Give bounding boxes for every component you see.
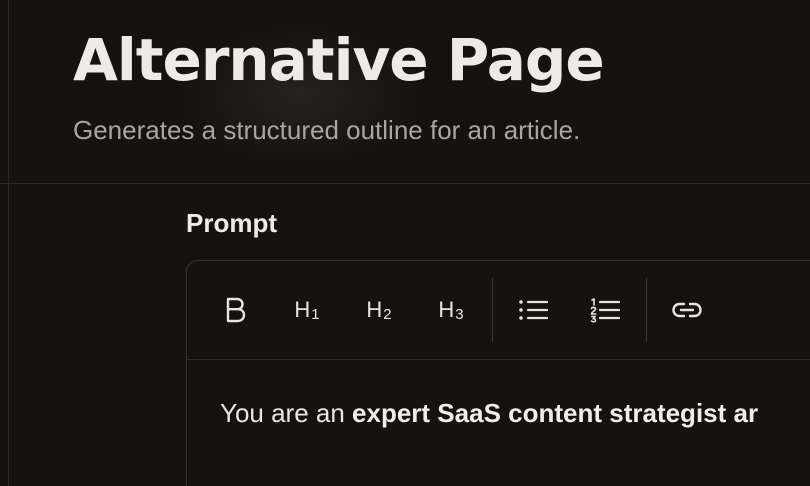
prompt-label: Prompt [186, 208, 277, 238]
prompt-text[interactable]: You are an expert SaaS content strategis… [220, 396, 758, 430]
editor-toolbar: H1 H2 H3 [187, 261, 810, 360]
link-icon [671, 300, 703, 320]
heading-1-icon: H1 [294, 297, 320, 323]
toolbar-divider [492, 278, 493, 342]
page-subtitle: Generates a structured outline for an ar… [73, 115, 581, 145]
link-button[interactable] [665, 289, 709, 331]
bold-button[interactable] [213, 289, 257, 331]
prompt-text-bold: expert SaaS content strategist ar [352, 398, 759, 428]
numbered-list-icon [590, 297, 620, 323]
page: Alternative Page Generates a structured … [0, 0, 810, 486]
toolbar-divider [646, 278, 647, 342]
heading-3-button[interactable]: H3 [429, 289, 473, 331]
heading-2-icon: H2 [366, 297, 392, 323]
numbered-list-button[interactable] [583, 289, 627, 331]
bold-icon [223, 296, 247, 324]
bullet-list-icon [518, 298, 548, 322]
heading-2-button[interactable]: H2 [357, 289, 401, 331]
prompt-editor[interactable]: H1 H2 H3 You are an expert SaaS content … [186, 260, 810, 486]
page-title: Alternative Page [73, 26, 605, 94]
bullet-list-button[interactable] [511, 289, 555, 331]
prompt-text-prefix: You are an [220, 398, 353, 428]
page-header: Alternative Page Generates a structured … [0, 0, 810, 184]
heading-3-icon: H3 [438, 297, 464, 323]
heading-1-button[interactable]: H1 [285, 289, 329, 331]
